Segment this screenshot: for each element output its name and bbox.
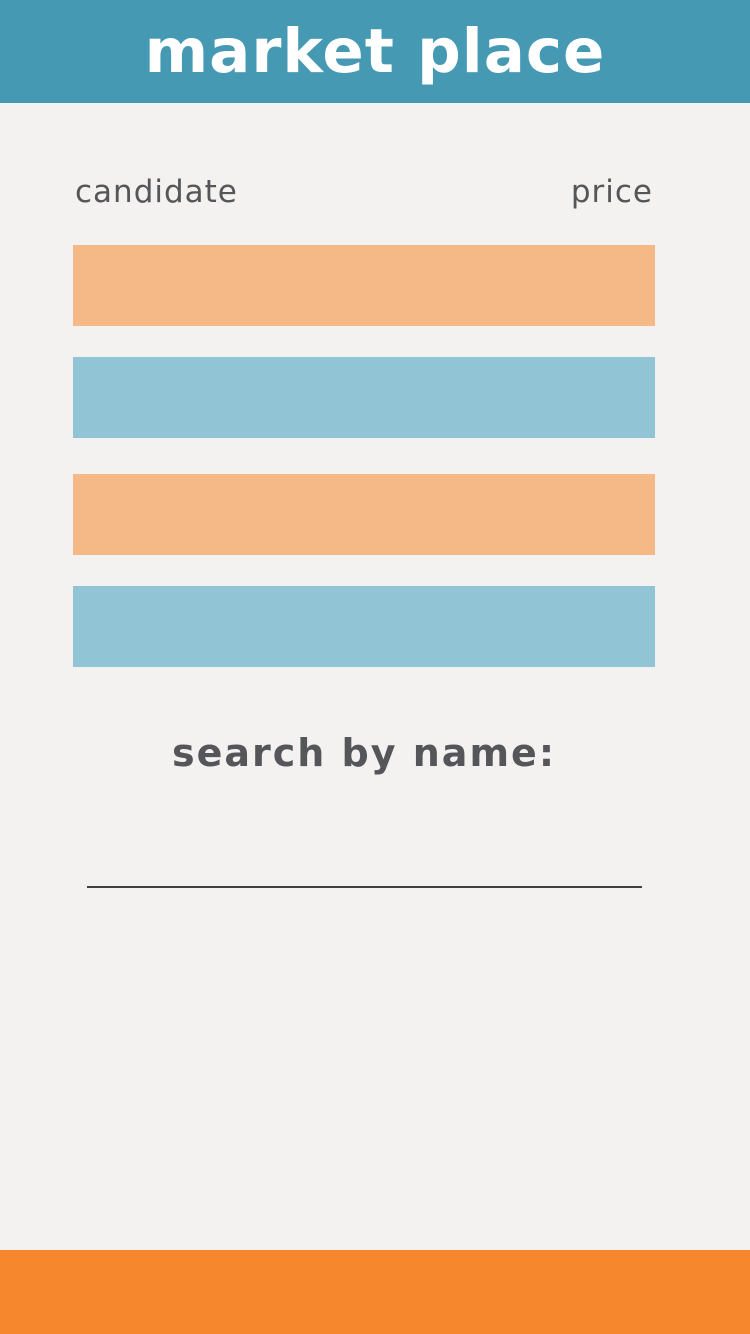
- candidate-row[interactable]: [73, 357, 655, 438]
- search-label: search by name:: [171, 731, 557, 775]
- column-header-candidate: candidate: [75, 174, 238, 210]
- footer-bar: [0, 1250, 750, 1334]
- column-header-price: price: [570, 174, 653, 210]
- search-name-input[interactable]: [87, 840, 642, 888]
- candidate-row[interactable]: [73, 586, 655, 667]
- candidate-row[interactable]: [73, 474, 655, 555]
- candidate-row[interactable]: [73, 245, 655, 326]
- header-bar: market place: [0, 0, 750, 103]
- page-title: market place: [144, 16, 606, 87]
